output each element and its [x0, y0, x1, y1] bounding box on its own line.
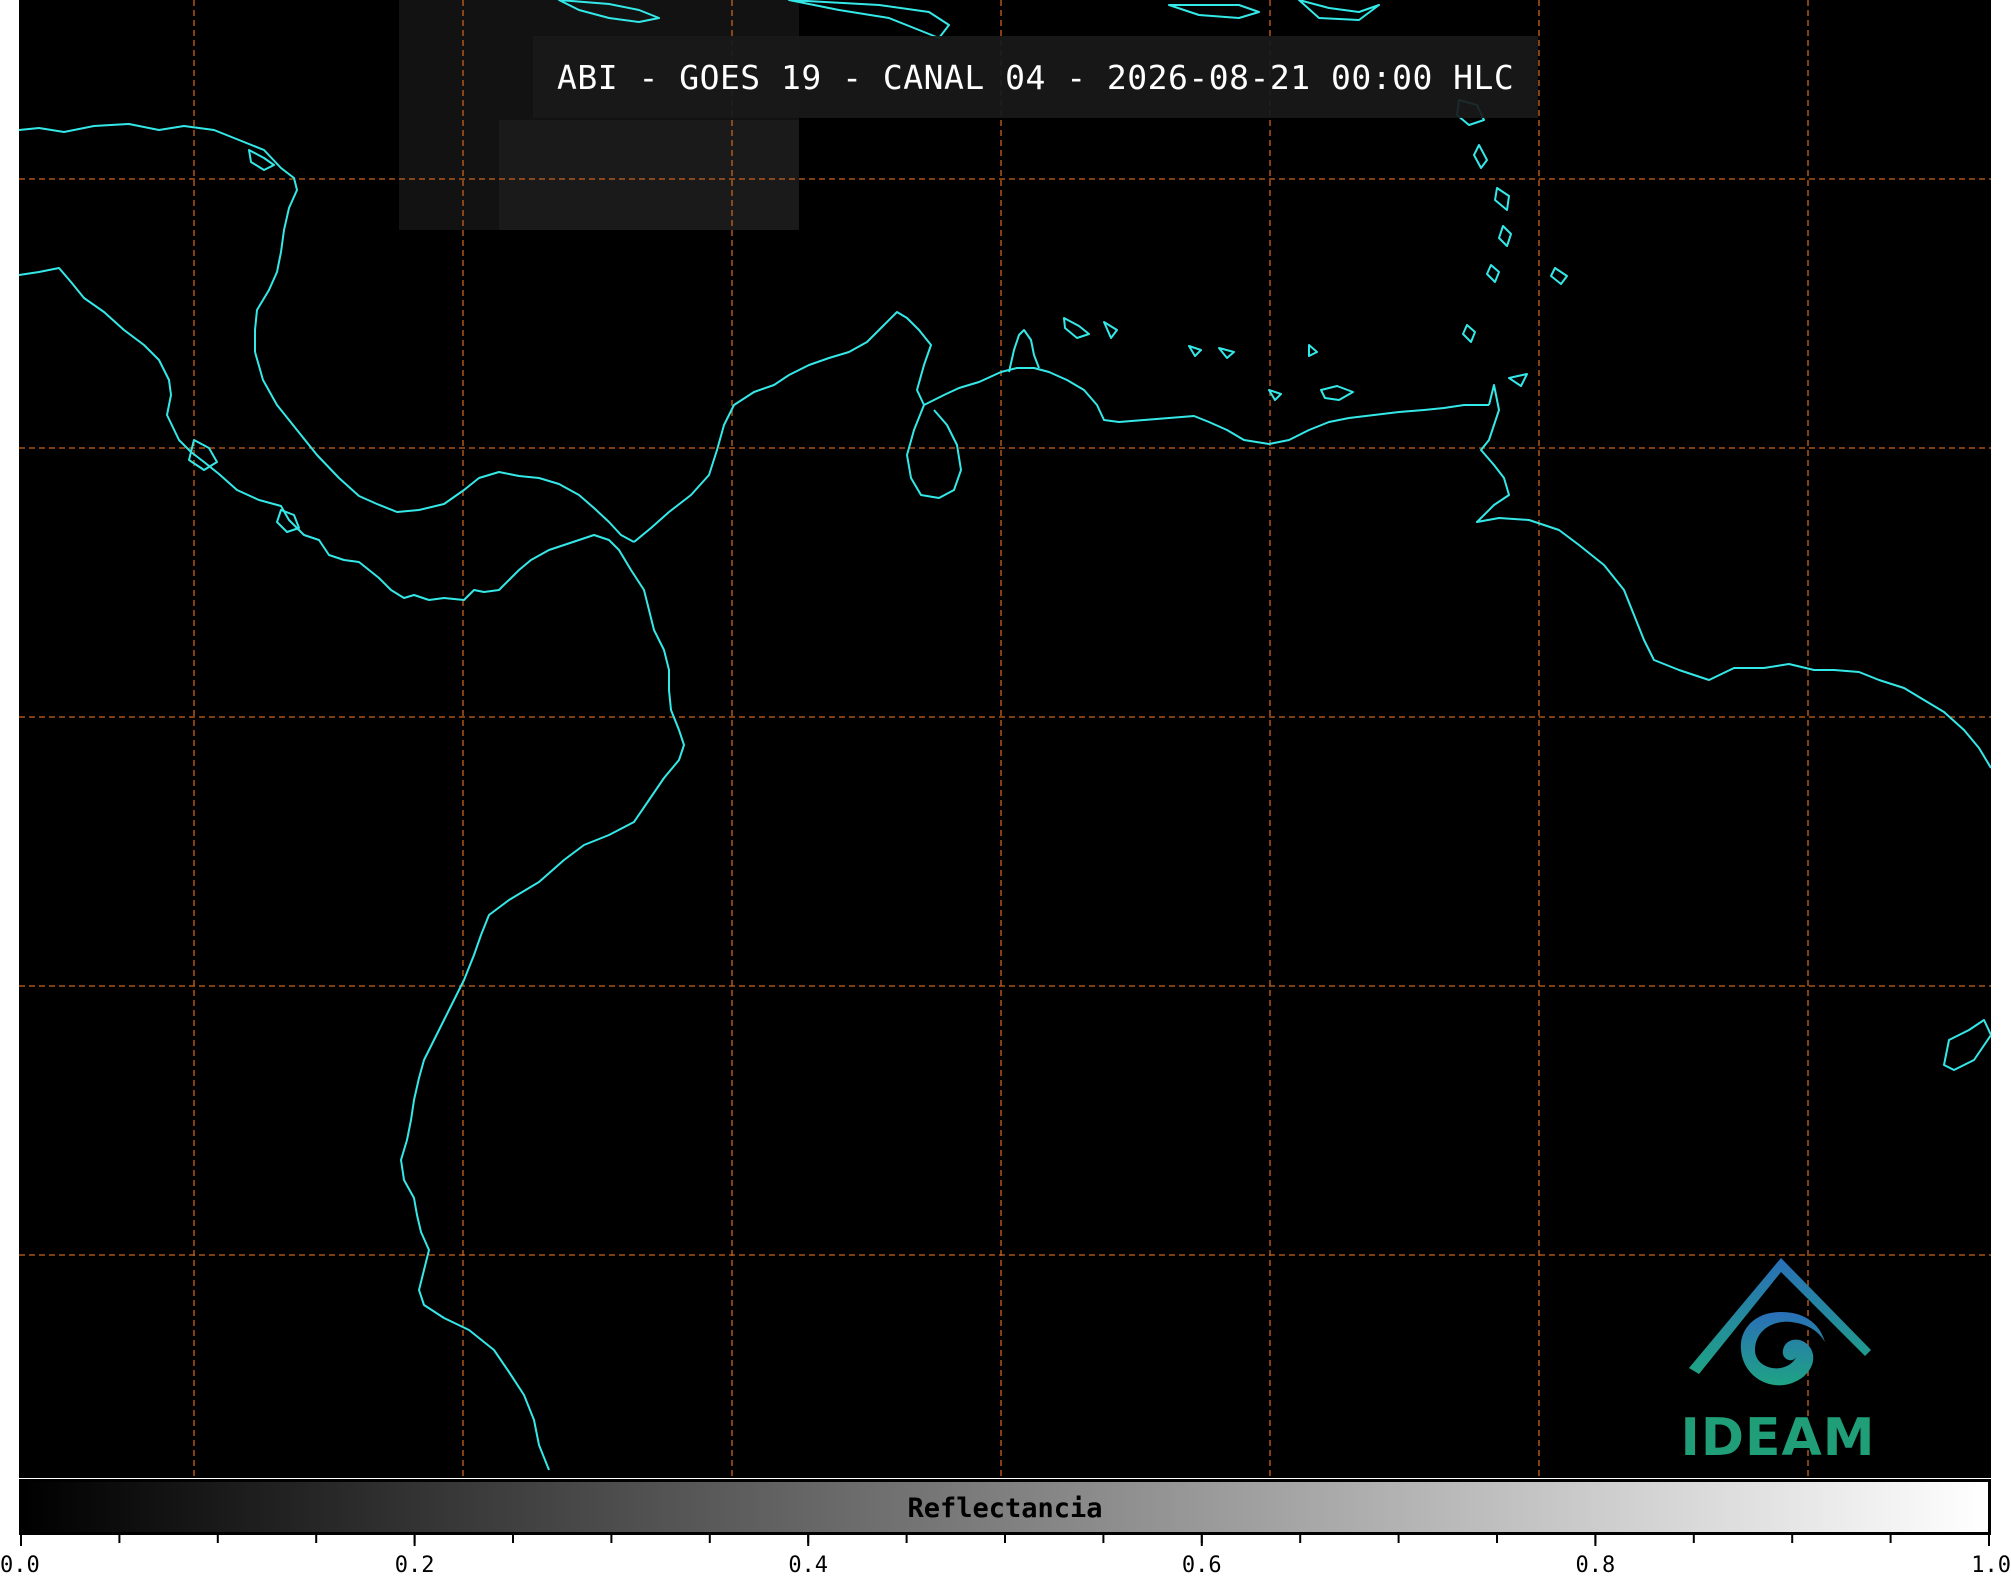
island-outline [1462, 324, 1476, 343]
island-outline [1508, 373, 1528, 387]
cloud-patch [499, 120, 799, 230]
lake-outline [276, 509, 300, 533]
coastline-venezuela-east [1476, 384, 1991, 769]
island-outline [1498, 225, 1512, 247]
lake-outline [188, 439, 218, 471]
island-outline [1168, 4, 1260, 19]
colorbar-tick-label: 1.0 [1971, 1553, 2011, 1577]
island-outline [248, 149, 275, 171]
island-outline [1473, 144, 1488, 169]
logo-wordmark: IDEAM [1680, 1408, 1876, 1468]
coastline-panama-colombia [633, 311, 1489, 543]
colorbar-tick-label: 0.8 [1576, 1553, 1616, 1577]
island-outline [1308, 344, 1318, 357]
colorbar-axis: 0.0 0.2 0.4 0.6 0.8 1.0 [0, 1534, 2011, 1577]
island-outline [1486, 264, 1500, 283]
island-outline [1550, 267, 1568, 285]
ideam-logo: IDEAM [1659, 1250, 1909, 1472]
island-outline [1063, 317, 1090, 339]
island-outline [788, 0, 950, 39]
island-outline [1320, 385, 1354, 401]
coastline-maracaibo [906, 404, 962, 499]
coastline-guajira [1008, 329, 1040, 373]
colorbar: Reflectancia [19, 1479, 1991, 1535]
island-outline [1188, 345, 1202, 357]
coastline-central-america-caribbean [254, 351, 635, 543]
colorbar-label: Reflectancia [907, 1493, 1103, 1524]
island-outline [1298, 0, 1380, 21]
satellite-map: ABI - GOES 19 - CANAL 04 - 2026-08-21 00… [19, 0, 1991, 1478]
island-outline [1268, 389, 1282, 401]
island-outline [1943, 1019, 1991, 1071]
ideam-emblem [1689, 1258, 1871, 1386]
colorbar-tick-label: 0.0 [0, 1553, 40, 1577]
colorbar-tick-label: 0.6 [1182, 1553, 1222, 1577]
island-outline [1103, 321, 1118, 339]
colorbar-tick-label: 0.2 [395, 1553, 435, 1577]
map-title: ABI - GOES 19 - CANAL 04 - 2026-08-21 00… [557, 57, 1515, 97]
title-box: ABI - GOES 19 - CANAL 04 - 2026-08-21 00… [533, 36, 1539, 118]
swirl-shape [1740, 1312, 1825, 1386]
coastline-mexico-gulf [19, 123, 298, 352]
colorbar-tick-label: 0.4 [788, 1553, 828, 1577]
island-outline [1218, 347, 1235, 359]
island-outline [1494, 187, 1510, 211]
